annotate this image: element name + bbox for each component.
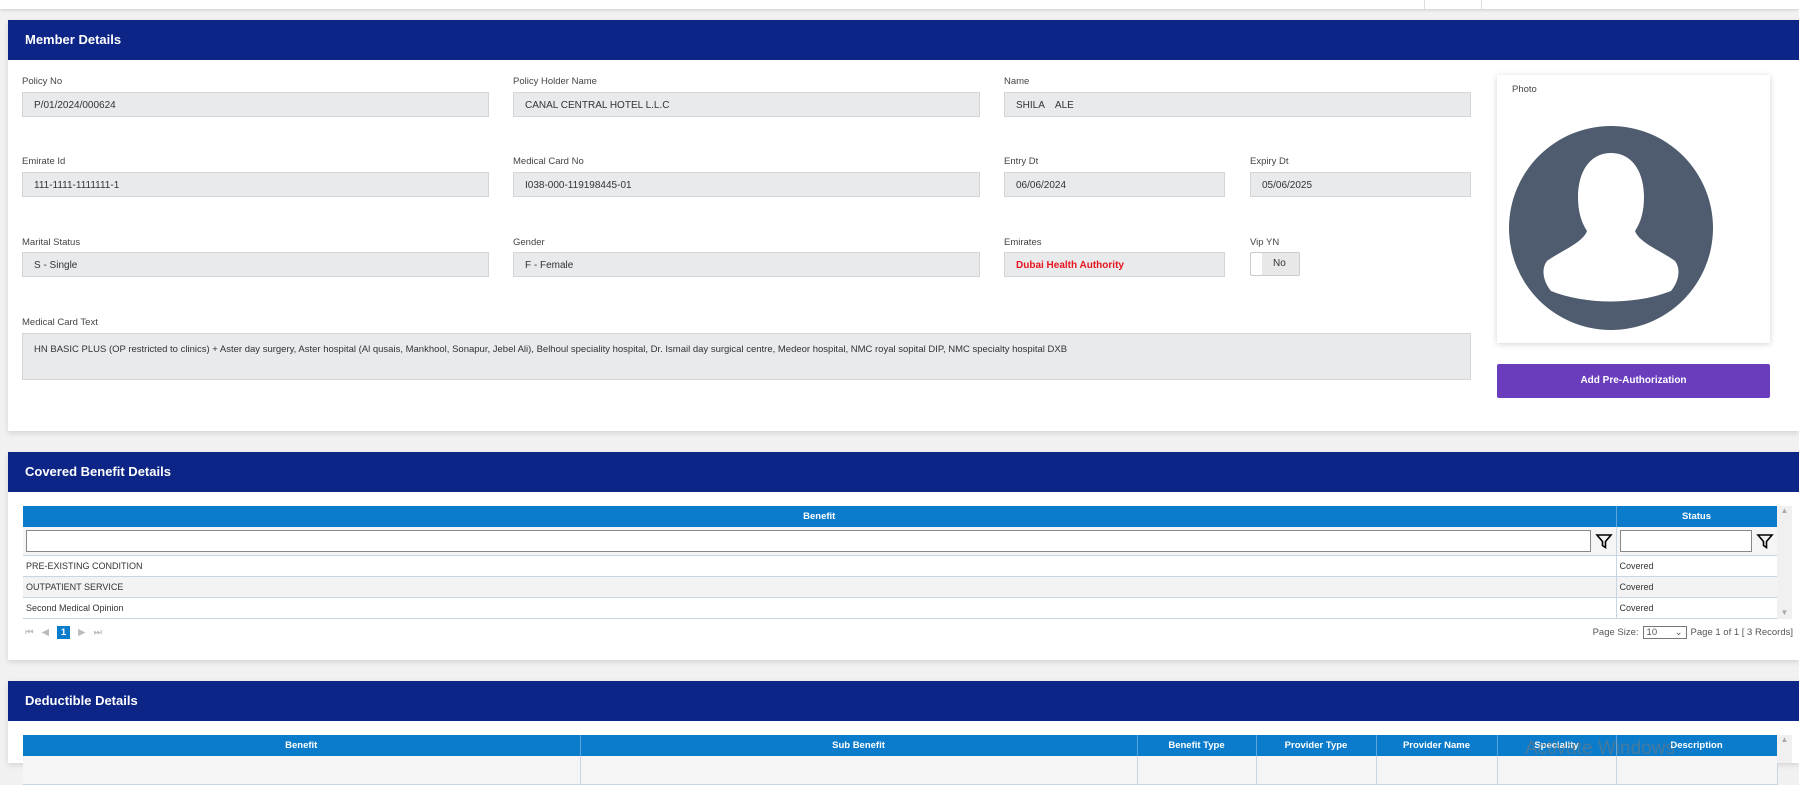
benefit-cell: PRE-EXISTING CONDITION (23, 555, 1617, 577)
policy-holder-field[interactable]: CANAL CENTRAL HOTEL L.L.C (513, 92, 980, 117)
status-cell: Covered (1616, 576, 1778, 598)
filter-icon[interactable] (1755, 532, 1774, 550)
column-header-provider-name[interactable]: Provider Name (1376, 735, 1498, 756)
deductible-grid: Benefit Sub Benefit Benefit Type Provide… (23, 735, 1778, 785)
benefit-cell: Second Medical Opinion (23, 597, 1617, 619)
expiry-dt-field[interactable]: 05/06/2025 (1250, 172, 1471, 197)
column-header-status[interactable]: Status (1616, 506, 1778, 527)
name-label: Name (1004, 76, 1030, 87)
card-text-label: Medical Card Text (22, 317, 98, 328)
member-details-header: Member Details (8, 20, 1799, 60)
pager-nav: ⏮ ◀ 1 ▶ ⏭ (25, 626, 102, 639)
first-page-icon[interactable]: ⏮ (25, 627, 34, 638)
emirates-field[interactable]: Dubai Health Authority (1004, 252, 1225, 277)
vip-label: Vip YN (1250, 237, 1280, 248)
emirate-id-label: Emirate Id (22, 156, 66, 167)
benefit-filter-input[interactable] (26, 529, 1591, 552)
scroll-up-icon[interactable]: ▲ (1777, 735, 1792, 744)
filter-icon[interactable] (1594, 532, 1613, 550)
chevron-down-icon: ⌄ (1674, 627, 1683, 638)
covered-benefit-grid: Benefit Status PRE-EXISTING CONDITION Cove… (23, 506, 1778, 619)
entry-dt-field[interactable]: 06/06/2024 (1004, 172, 1225, 197)
avatar-placeholder-icon (1509, 126, 1713, 330)
next-page-icon[interactable]: ▶ (78, 627, 85, 638)
prev-page-icon[interactable]: ◀ (42, 627, 49, 638)
page-size-select[interactable]: 10 ⌄ (1642, 626, 1687, 639)
column-header-sub-benefit[interactable]: Sub Benefit (580, 735, 1138, 756)
page-size-value: 10 (1646, 627, 1658, 638)
table-row[interactable]: Second Medical Opinion Covered (23, 597, 1778, 619)
table-row[interactable]: PRE-EXISTING CONDITION Covered (23, 555, 1778, 577)
page-info: Page 1 of 1 [ 3 Records] (1690, 627, 1793, 638)
covered-benefit-header: Covered Benefit Details (8, 452, 1799, 492)
status-filter-input[interactable] (1619, 529, 1752, 552)
vip-toggle-value: No (1273, 258, 1286, 269)
status-cell: Covered (1616, 555, 1778, 577)
table-row[interactable]: OUTPATIENT SERVICE Covered (23, 576, 1778, 598)
covered-grid-scrollbar[interactable]: ▲ ▼ (1777, 506, 1792, 619)
column-header-benefit[interactable]: Benefit (23, 506, 1617, 527)
deductible-grid-scrollbar[interactable]: ▲ (1777, 735, 1792, 763)
photo-card: Photo (1497, 75, 1770, 343)
card-no-label: Medical Card No (513, 156, 584, 167)
last-page-icon[interactable]: ⏭ (93, 627, 102, 638)
page-number-button[interactable]: 1 (56, 626, 71, 639)
entry-dt-label: Entry Dt (1004, 156, 1039, 167)
scroll-down-icon[interactable]: ▼ (1777, 608, 1792, 617)
add-pre-authorization-button[interactable]: Add Pre-Authorization (1497, 364, 1770, 398)
pager-info: Page Size: 10 ⌄ Page 1 of 1 [ 3 Records] (1593, 626, 1793, 639)
card-text-area[interactable]: HN BASIC PLUS (OP restricted to clinics)… (22, 333, 1471, 380)
status-cell: Covered (1616, 597, 1778, 619)
policy-no-field[interactable]: P/01/2024/000624 (22, 92, 489, 117)
column-header-benefit-type[interactable]: Benefit Type (1137, 735, 1257, 756)
gender-label: Gender (513, 237, 545, 248)
vip-toggle-knob (1251, 253, 1262, 275)
benefit-cell: OUTPATIENT SERVICE (23, 576, 1617, 598)
card-no-field[interactable]: I038-000-119198445-01 (513, 172, 980, 197)
column-header-provider-type[interactable]: Provider Type (1256, 735, 1377, 756)
marital-label: Marital Status (22, 237, 81, 248)
top-bar (0, 0, 1799, 9)
marital-field[interactable]: S - Single (22, 252, 489, 277)
page-size-label: Page Size: (1592, 627, 1639, 638)
gender-field[interactable]: F - Female (513, 252, 980, 277)
scroll-up-icon[interactable]: ▲ (1777, 506, 1792, 515)
deductible-header: Deductible Details (8, 681, 1799, 721)
windows-watermark: Activate Windows (1525, 738, 1675, 759)
name-field[interactable]: SHILA ALE (1004, 92, 1471, 117)
emirates-label: Emirates (1004, 237, 1042, 248)
policy-no-label: Policy No (22, 76, 63, 87)
photo-label: Photo (1512, 84, 1537, 95)
column-header-benefit[interactable]: Benefit (23, 735, 581, 756)
emirate-id-field[interactable]: 111-1111-1111111-1 (22, 172, 489, 197)
vip-toggle[interactable]: No (1250, 252, 1300, 276)
expiry-dt-label: Expiry Dt (1250, 156, 1289, 167)
policy-holder-label: Policy Holder Name (513, 76, 597, 87)
